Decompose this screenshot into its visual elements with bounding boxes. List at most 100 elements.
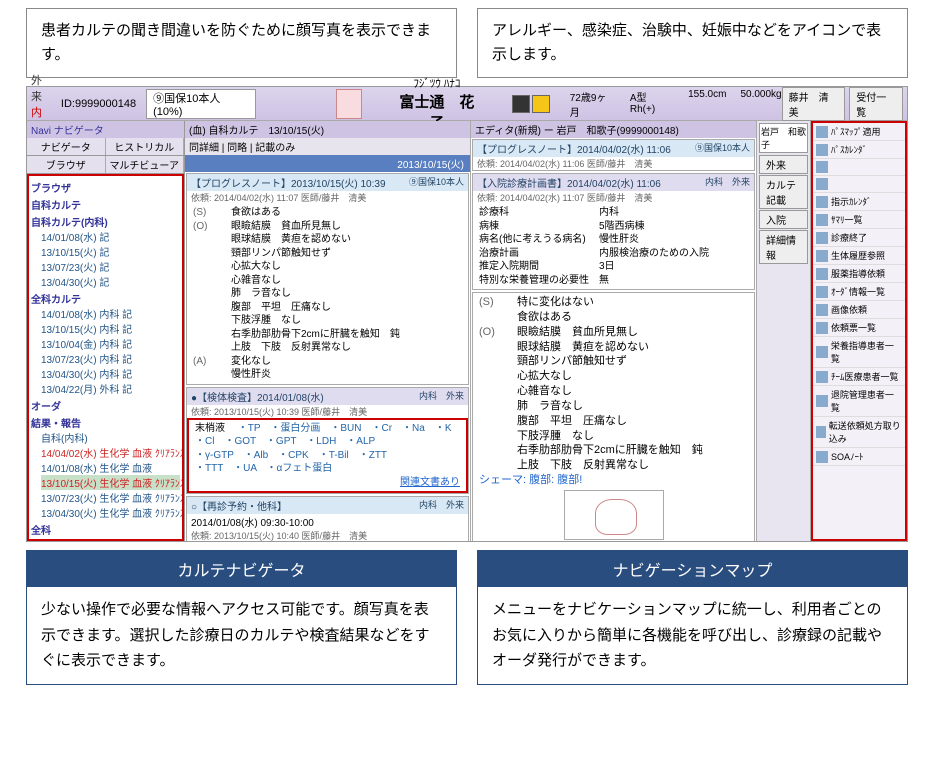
navmap-item[interactable]: 生体履歴参照 <box>813 247 905 265</box>
app-window: 外来 内科 ID:9999000148 ⑨国保10本人(10%) ﾌｼﾞﾂｳ ﾊ… <box>26 86 908 542</box>
panel-meta: 依頼: 2013/10/15(火) 10:39 医師/藤井 清美 <box>187 405 468 418</box>
navmap-item[interactable]: ﾊﾟｽｶﾚﾝﾀﾞ <box>813 141 905 159</box>
tree-item[interactable]: 13/07/23(火) 内科 記 <box>41 351 180 366</box>
navmap-item[interactable]: 依頼票一覧 <box>813 319 905 337</box>
tree-group[interactable]: オーダ <box>31 398 180 413</box>
tree-item[interactable]: 14/01/08(水) 生化学 血液 <box>41 460 180 475</box>
revisit-date: 2014/01/08(水) 09:30-10:00 <box>187 514 468 529</box>
tree-group[interactable]: 自科カルテ(内科) <box>31 214 180 229</box>
patient-age: 72歳9ヶ月 <box>570 89 616 119</box>
panel-badge: 内科 外来 <box>419 498 464 513</box>
tab-detail[interactable]: 詳細情報 <box>759 230 808 264</box>
plan-row: 特別な栄養管理の必要性無 <box>479 274 748 288</box>
revisit-title[interactable]: ○【再診予約・他科】 <box>191 498 287 513</box>
tree-root[interactable]: ブラウザ <box>31 180 180 195</box>
editor-column: エディタ(新規) ー 岩戸 和歌子(9999000148) 【プログレスノート】… <box>471 121 757 541</box>
navmap-item[interactable] <box>813 176 905 193</box>
tree-item[interactable]: 14/01/08(水) 記 <box>41 229 180 244</box>
navmap-item[interactable]: ｻﾏﾘ一覧 <box>813 211 905 229</box>
body-schema[interactable] <box>564 490 664 540</box>
navmap-icon <box>816 286 828 298</box>
tree-sub[interactable]: 自科(内科) <box>41 430 180 445</box>
tree-group[interactable]: 結果・報告 <box>31 415 180 430</box>
chart-viewer: (血) 自科カルテ 13/10/15(火) 同詳細 | 同略 | 記載のみ 20… <box>185 121 471 541</box>
tree-item[interactable]: 13/04/22(月) 外科 記 <box>41 381 180 396</box>
allergy-icon[interactable] <box>532 95 550 113</box>
panel-badge: 内科 外来 <box>419 389 464 404</box>
bottom-map-body: メニューをナビケーションマップに統一し、利用者ごとのお気に入りから簡単に各機能を… <box>478 587 907 684</box>
lab-item: 末梢液 <box>195 423 225 434</box>
bottom-map-box: ナビゲーションマップ メニューをナビケーションマップに統一し、利用者ごとのお気に… <box>477 550 908 685</box>
bottom-map-title: ナビゲーションマップ <box>478 551 907 587</box>
viewer-tabs[interactable]: 同詳細 | 同略 | 記載のみ <box>189 139 295 154</box>
navmap-item[interactable]: 指示ｶﾚﾝﾀﾞ <box>813 193 905 211</box>
navigator-tree[interactable]: ブラウザ 自科カルテ 自科カルテ(内科) 14/01/08(水) 記 13/10… <box>27 174 184 541</box>
panel-badge: ⑨国保10本人 <box>409 175 464 190</box>
progress-title[interactable]: 【プログレスノート】2013/10/15(火) 10:39 <box>191 175 386 190</box>
navmap-item[interactable]: ﾁｰﾑ医療患者一覧 <box>813 368 905 386</box>
date-bar: 2013/10/15(火) <box>185 155 470 172</box>
navmap-item[interactable]: 画像依頼 <box>813 301 905 319</box>
nav-tab[interactable]: ヒストリカル <box>106 138 185 155</box>
progress-title[interactable]: 【プログレスノート】2014/04/02(水) 11:06 <box>477 141 671 156</box>
visit-type: 外来 <box>31 72 53 104</box>
callout-photo: 患者カルテの聞き間違いを防ぐために顔写真を表示できます。 <box>26 8 457 78</box>
navmap-item[interactable]: 診療終了 <box>813 229 905 247</box>
tree-item[interactable]: 14/04/02(水) 生化学 血液 ｸﾘｱﾗﾝｽ <box>41 445 180 460</box>
navmap-item[interactable] <box>813 159 905 176</box>
reception-list-button[interactable]: 受付一覧 <box>849 87 903 121</box>
tree-item[interactable]: 13/07/23(火) 記 <box>41 259 180 274</box>
tree-group[interactable]: 全科 <box>31 522 180 537</box>
navmap-icon <box>816 395 828 407</box>
soap-o: 眼瞼結膜 貧血所見無し 眼球結膜 黄疸を認めない 頸部リンパ節触知せず 心拡大な… <box>517 325 703 473</box>
nav-tab[interactable]: ナビゲータ <box>27 138 106 155</box>
weight: 50.000kg <box>740 89 781 119</box>
navmap-icon <box>816 304 828 316</box>
tree-item[interactable]: 13/04/30(火) 内科 記 <box>41 366 180 381</box>
tree-item[interactable]: 13/04/30(火) 記 <box>41 274 180 289</box>
navmap-item[interactable]: ﾊﾟｽﾏｯﾌﾟ適用 <box>813 123 905 141</box>
plan-row: 病名(他に考えうる病名)慢性肝炎 <box>479 233 748 247</box>
navmap-item[interactable]: SOAﾉｰﾄ <box>813 448 905 466</box>
navmap-item[interactable]: ｵｰﾀﾞ情報一覧 <box>813 283 905 301</box>
navmap-item[interactable]: 転送依頼処方取り込み <box>813 417 905 448</box>
navmap-icon <box>816 268 828 280</box>
lab-values: ・TP ・蛋白分画 ・BUN ・Cr ・Na ・K ・Cl ・GOT ・GPT … <box>195 423 452 475</box>
tree-item[interactable]: 13/10/15(火) 内科 記 <box>41 321 180 336</box>
navmap-icon <box>816 196 828 208</box>
tree-item[interactable]: 13/07/23(火) 生化学 血液 ｸﾘｱﾗﾝｽ <box>41 490 180 505</box>
navmap-icon <box>816 126 828 138</box>
doctor-name[interactable]: 藤井 清美 <box>782 87 846 121</box>
navmap-item[interactable]: 栄養指導患者一覧 <box>813 337 905 368</box>
tab-chart-input[interactable]: カルテ記載 <box>759 175 808 209</box>
navmap-icon <box>816 346 828 358</box>
nav-tab[interactable]: マルチビューア <box>106 156 185 173</box>
insurance-badge[interactable]: ⑨国保10本人(10%) <box>146 89 256 119</box>
navmap-icon <box>816 250 828 262</box>
bottom-nav-box: カルテナビゲータ 少ない操作で必要な情報へアクセス可能です。顔写真を表示できます… <box>26 550 457 685</box>
tree-group[interactable]: 全科カルテ <box>31 291 180 306</box>
navmap-item[interactable]: 退院管理患者一覧 <box>813 386 905 417</box>
tree-section[interactable]: 介護記録 <box>35 537 180 541</box>
tree-item[interactable]: 13/10/04(金) 内科 記 <box>41 336 180 351</box>
patient-photo[interactable] <box>336 89 362 119</box>
status-badges <box>512 95 550 113</box>
status-icon[interactable] <box>512 95 530 113</box>
tab-outpatient[interactable]: 外来 <box>759 155 808 174</box>
panel-badge: ⑨国保10本人 <box>695 141 750 156</box>
nav-tab[interactable]: ブラウザ <box>27 156 106 173</box>
tree-item[interactable]: 14/01/08(水) 内科 記 <box>41 306 180 321</box>
tree-item-selected[interactable]: 13/10/15(火) 生化学 血液 ｸﾘｱﾗﾝｽ <box>41 475 180 490</box>
navmap-item[interactable]: 服薬指導依頼 <box>813 265 905 283</box>
plan-row: 推定入院期間3日 <box>479 260 748 274</box>
height: 155.0cm <box>688 89 726 119</box>
tree-group[interactable]: 自科カルテ <box>31 197 180 212</box>
lab-title[interactable]: ●【検体検査】2014/01/08(水) <box>191 389 324 404</box>
panel-meta: 依頼: 2013/10/15(火) 10:40 医師/藤井 清美 <box>187 529 468 541</box>
navmap-icon <box>816 451 828 463</box>
tab-inpatient[interactable]: 入院 <box>759 210 808 229</box>
tree-item[interactable]: 13/04/30(火) 生化学 血液 ｸﾘｱﾗﾝｽ <box>41 505 180 520</box>
plan-title[interactable]: 【入院診療計画書】2014/04/02(水) 11:06 <box>477 175 661 190</box>
related-docs-link[interactable]: 関連文書あり <box>400 477 460 488</box>
tree-item[interactable]: 13/10/15(火) 記 <box>41 244 180 259</box>
